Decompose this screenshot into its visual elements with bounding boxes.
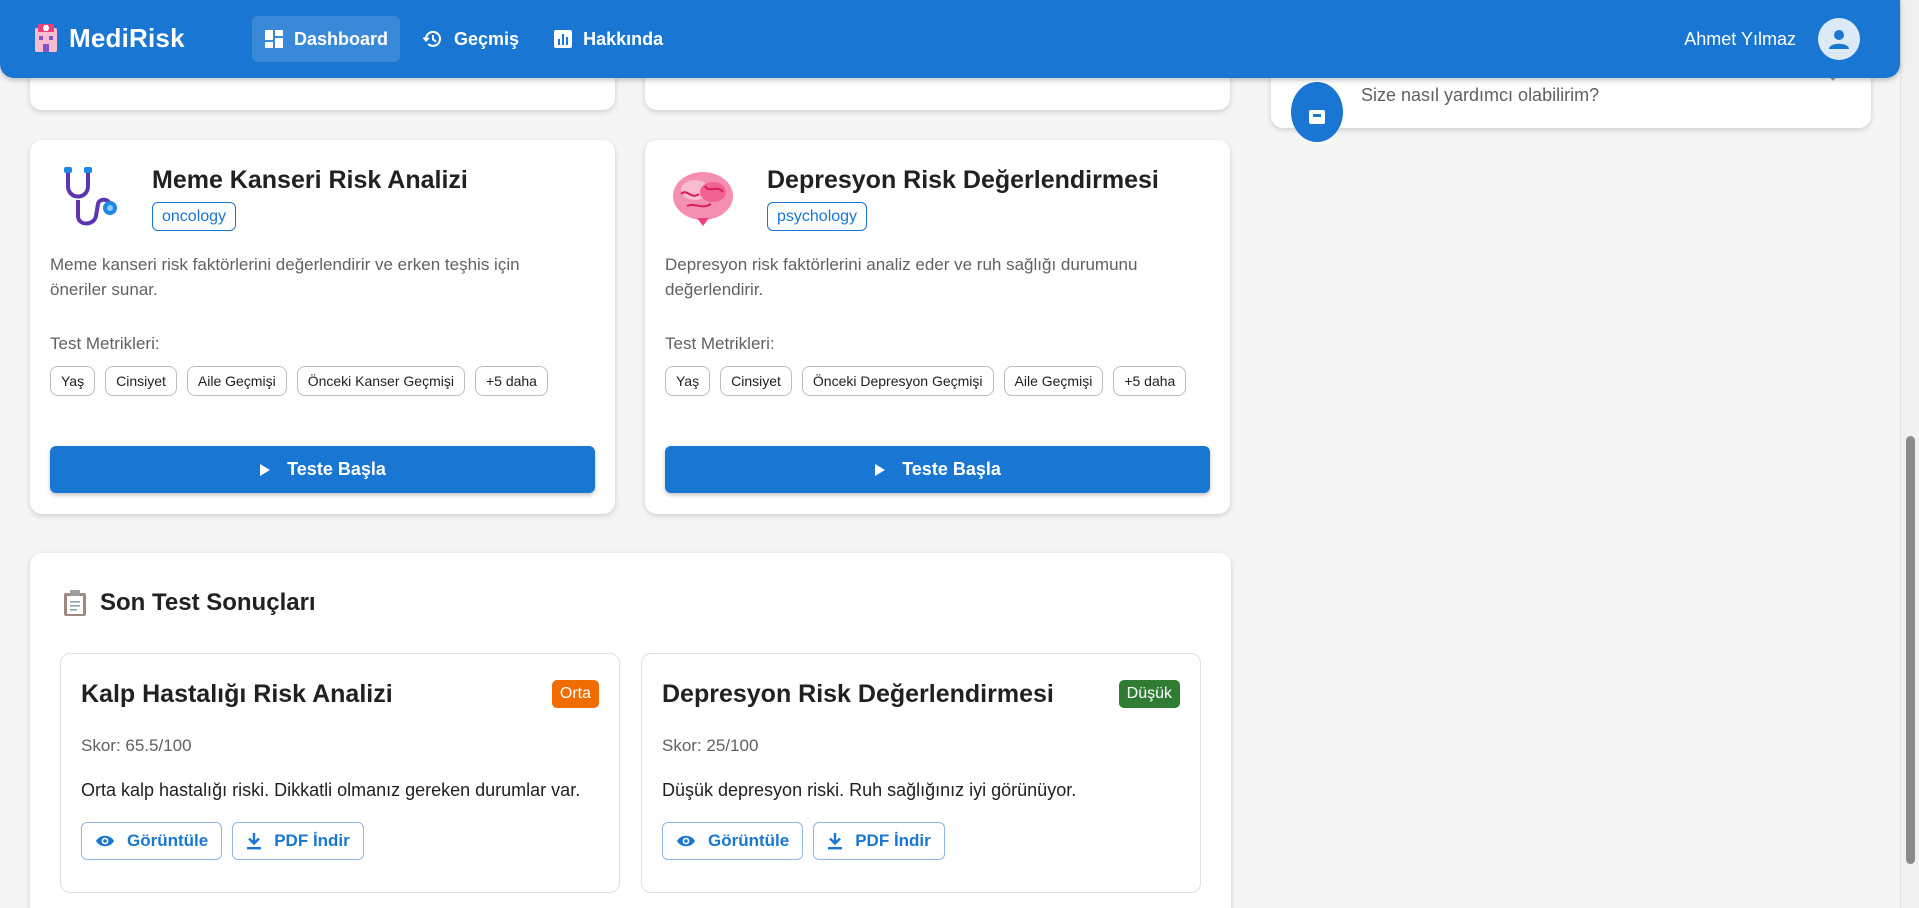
metric-chips: Yaş Cinsiyet Önceki Depresyon Geçmişi Ai… bbox=[665, 366, 1187, 396]
start-test-label: Teste Başla bbox=[287, 459, 386, 479]
metric-chip: Cinsiyet bbox=[105, 366, 177, 396]
main-nav: Dashboard Geçmiş Hakkında bbox=[252, 16, 675, 62]
result-score: Skor: 25/100 bbox=[662, 736, 759, 755]
user-menu[interactable]: Ahmet Yılmaz bbox=[1684, 18, 1860, 60]
brand-name: MediRisk bbox=[69, 22, 185, 53]
result-title: Depresyon Risk Değerlendirmesi bbox=[662, 680, 1054, 708]
app-header: MediRisk Dashboard Geçmiş Hakkında Ahmet… bbox=[0, 0, 1900, 78]
download-icon bbox=[828, 833, 843, 850]
recent-results-section: Son Test Sonuçları Kalp Hastalığı Risk A… bbox=[30, 553, 1231, 908]
pdf-label: PDF İndir bbox=[274, 831, 350, 850]
download-icon bbox=[247, 833, 262, 850]
metric-chip: Yaş bbox=[50, 366, 96, 396]
robot-icon bbox=[1309, 110, 1325, 124]
risk-badge: Düşük bbox=[1118, 680, 1180, 708]
hospital-logo-icon bbox=[35, 24, 57, 52]
brand[interactable]: MediRisk bbox=[33, 22, 185, 54]
nav-dashboard[interactable]: Dashboard bbox=[252, 16, 401, 62]
view-label: Görüntüle bbox=[708, 831, 790, 850]
page-scrollbar[interactable] bbox=[1900, 0, 1919, 908]
scrollbar-thumb[interactable] bbox=[1906, 436, 1915, 864]
risk-badge: Orta bbox=[551, 680, 599, 708]
start-test-label: Teste Başla bbox=[902, 459, 1001, 479]
download-pdf-button[interactable]: PDF İndir bbox=[232, 822, 364, 860]
avatar[interactable] bbox=[1818, 18, 1860, 60]
category-chip: psychology bbox=[767, 202, 868, 231]
play-icon bbox=[260, 463, 271, 476]
metric-chip: Cinsiyet bbox=[720, 366, 792, 396]
section-title: Son Test Sonuçları bbox=[100, 589, 316, 616]
category-chip: oncology bbox=[152, 202, 237, 231]
more-metrics-chip: +5 daha bbox=[1113, 366, 1187, 396]
test-card-breast-cancer: Meme Kanseri Risk Analizi oncology Meme … bbox=[30, 140, 615, 514]
result-card: Kalp Hastalığı Risk Analizi Orta Skor: 6… bbox=[60, 653, 620, 893]
result-message: Düşük depresyon riski. Ruh sağlığınız iy… bbox=[662, 780, 1077, 800]
eye-icon bbox=[677, 835, 695, 847]
view-button[interactable]: Görüntüle bbox=[662, 822, 804, 860]
more-metrics-chip: +5 daha bbox=[474, 366, 548, 396]
brain-icon bbox=[673, 172, 733, 226]
start-test-button[interactable]: Teste Başla bbox=[50, 446, 595, 493]
chart-icon bbox=[554, 30, 573, 48]
metrics-label: Test Metrikleri: bbox=[50, 334, 160, 353]
result-score: Skor: 65.5/100 bbox=[81, 736, 192, 755]
nav-about-label: Hakkında bbox=[583, 28, 664, 49]
metrics-label: Test Metrikleri: bbox=[665, 334, 775, 353]
metric-chip: Aile Geçmişi bbox=[186, 366, 287, 396]
metric-chip: Önceki Depresyon Geçmişi bbox=[801, 366, 994, 396]
nav-about[interactable]: Hakkında bbox=[541, 16, 675, 62]
assistant-avatar bbox=[1291, 82, 1343, 142]
result-card: Depresyon Risk Değerlendirmesi Düşük Sko… bbox=[641, 653, 1201, 893]
test-card-depression: Depresyon Risk Değerlendirmesi psycholog… bbox=[645, 140, 1230, 514]
play-icon bbox=[875, 463, 886, 476]
metric-chips: Yaş Cinsiyet Aile Geçmişi Önceki Kanser … bbox=[50, 366, 548, 396]
result-actions: Görüntüle PDF İndir bbox=[662, 822, 945, 860]
test-description: Meme kanseri risk faktörlerini değerlend… bbox=[50, 255, 520, 299]
eye-icon bbox=[96, 835, 114, 847]
history-icon bbox=[422, 30, 441, 47]
view-button[interactable]: Görüntüle bbox=[81, 822, 223, 860]
stethoscope-icon bbox=[64, 167, 117, 226]
view-label: Görüntüle bbox=[127, 831, 209, 850]
metric-chip: Önceki Kanser Geçmişi bbox=[296, 366, 465, 396]
metric-chip: Yaş bbox=[665, 366, 711, 396]
result-message: Orta kalp hastalığı riski. Dikkatli olma… bbox=[81, 780, 581, 800]
dashboard-icon bbox=[265, 30, 283, 48]
recent-results-heading: Son Test Sonuçları bbox=[62, 589, 316, 617]
metric-chip: Aile Geçmişi bbox=[1003, 366, 1104, 396]
clipboard-icon bbox=[64, 590, 86, 616]
start-test-button[interactable]: Teste Başla bbox=[665, 446, 1210, 493]
assistant-subtitle: Size nasıl yardımcı olabilirim? bbox=[1361, 85, 1600, 105]
test-description: Depresyon risk faktörlerini analiz eder … bbox=[665, 255, 1138, 299]
user-name: Ahmet Yılmaz bbox=[1684, 28, 1796, 49]
pdf-label: PDF İndir bbox=[855, 831, 931, 850]
nav-history[interactable]: Geçmiş bbox=[410, 16, 531, 62]
nav-history-label: Geçmiş bbox=[454, 28, 520, 49]
result-actions: Görüntüle PDF İndir bbox=[81, 822, 364, 860]
result-title: Kalp Hastalığı Risk Analizi bbox=[81, 680, 393, 708]
test-title: Meme Kanseri Risk Analizi bbox=[152, 166, 468, 194]
nav-dashboard-label: Dashboard bbox=[294, 28, 389, 49]
user-icon bbox=[1829, 30, 1849, 49]
download-pdf-button[interactable]: PDF İndir bbox=[813, 822, 945, 860]
test-title: Depresyon Risk Değerlendirmesi bbox=[767, 166, 1159, 194]
